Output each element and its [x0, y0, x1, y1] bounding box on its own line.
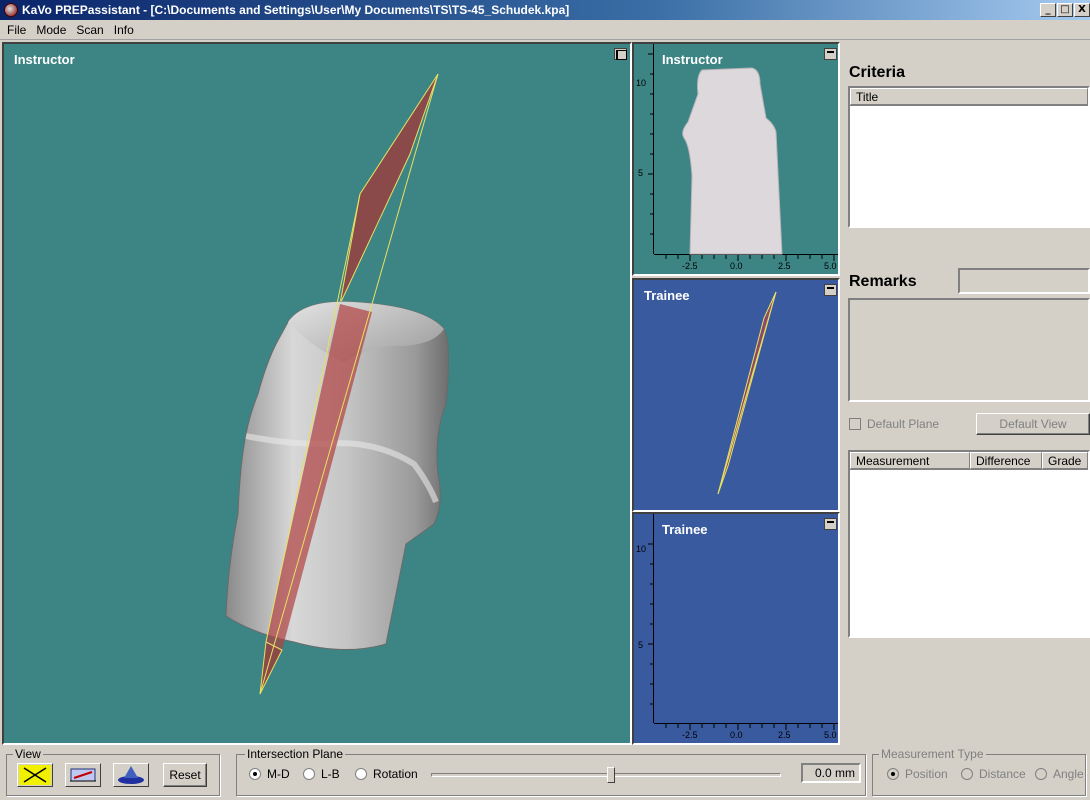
radio-button[interactable] — [355, 768, 367, 780]
criteria-list[interactable]: Title — [848, 86, 1090, 228]
plane-position-slider[interactable] — [431, 773, 781, 777]
tooth-model-scene — [225, 73, 450, 695]
plane-offset-value[interactable]: 0.0 mm — [801, 763, 861, 783]
y-tick-label: 10 — [636, 544, 647, 554]
view-group: View Reset — [6, 747, 220, 796]
menu-scan[interactable]: Scan — [71, 23, 108, 37]
trainee-3d-view[interactable]: Trainee — [632, 278, 840, 512]
horizontal-ruler: -2.5 0.0 2.5 5.0 — [654, 254, 838, 274]
title-bar: KaVo PREPassistant - [C:\Documents and S… — [0, 0, 1090, 20]
column-title[interactable]: Title — [850, 88, 1088, 105]
radio-l-b-label: L-B — [321, 767, 340, 781]
criteria-list-header: Title — [850, 88, 1088, 106]
measurement-list[interactable]: Measurement Difference Grade — [848, 450, 1090, 638]
trainee-plane-preview — [717, 291, 777, 495]
radio-l-b[interactable]: L-B — [303, 767, 340, 781]
radio-rotation-label: Rotation — [373, 767, 418, 781]
measurement-type-group: Measurement Type Position Distance Angle — [872, 747, 1086, 796]
column-grade[interactable]: Grade — [1042, 452, 1088, 469]
instructor-cross-section — [682, 67, 783, 255]
measurement-list-header: Measurement Difference Grade — [850, 452, 1088, 470]
vertical-ruler: 10 5 — [634, 514, 654, 723]
radio-angle-label: Angle — [1053, 767, 1084, 781]
move-plane-icon[interactable] — [65, 763, 101, 787]
main-3d-view[interactable]: Instructor — [2, 42, 632, 745]
instructor-section-view[interactable]: 10 5 -2.5 0.0 2.5 5.0 Instructor — [632, 42, 840, 276]
radio-position[interactable]: Position — [887, 767, 948, 781]
radio-button[interactable] — [303, 768, 315, 780]
view-from-top-icon[interactable] — [113, 763, 149, 787]
intersection-plane-title: Intersection Plane — [245, 747, 346, 761]
intersection-plane-group: Intersection Plane M-D L-B Rotation 0.0 … — [236, 747, 866, 796]
criteria-title: Criteria — [849, 64, 906, 81]
slider-thumb[interactable] — [607, 767, 615, 783]
maximize-panel-icon[interactable] — [824, 48, 837, 60]
column-difference[interactable]: Difference — [970, 452, 1042, 469]
menu-mode[interactable]: Mode — [31, 23, 71, 37]
radio-rotation[interactable]: Rotation — [355, 767, 418, 781]
x-tick-label: -2.5 — [682, 261, 698, 271]
y-tick-label: 10 — [636, 78, 647, 88]
minimize-button[interactable]: _ — [1040, 3, 1056, 17]
checkbox-box[interactable] — [849, 418, 861, 430]
remarks-title: Remarks — [849, 273, 917, 290]
reset-button[interactable]: Reset — [163, 763, 207, 787]
x-tick-label: 0.0 — [730, 261, 743, 271]
intersection-plane-upper — [339, 73, 439, 305]
x-tick-label: -2.5 — [682, 730, 698, 740]
radio-distance[interactable]: Distance — [961, 767, 1026, 781]
right-panel: Criteria Title Remarks Default Plane Def… — [842, 42, 1090, 745]
remarks-text-area[interactable] — [848, 298, 1090, 402]
vertical-ruler: 10 5 — [634, 44, 654, 254]
column-measurement[interactable]: Measurement — [850, 452, 970, 469]
y-tick-label: 5 — [638, 640, 644, 650]
radio-button[interactable] — [961, 768, 973, 780]
trainee-section-view[interactable]: 10 5 -2.5 0.0 2.5 5.0 Trainee — [632, 512, 840, 745]
x-tick-label: 2.5 — [778, 261, 791, 271]
view-group-title: View — [13, 747, 43, 761]
radio-button[interactable] — [1035, 768, 1047, 780]
menu-bar: File Mode Scan Info — [0, 20, 1090, 40]
x-tick-label: 5.0 — [824, 261, 837, 271]
menu-file[interactable]: File — [2, 23, 31, 37]
close-button[interactable]: X — [1074, 3, 1090, 17]
measurement-type-title: Measurement Type — [879, 747, 986, 761]
trainee-section-label: Trainee — [662, 522, 708, 537]
radio-m-d-label: M-D — [267, 767, 290, 781]
maximize-button[interactable]: □ — [1057, 3, 1073, 17]
remarks-field[interactable] — [958, 268, 1090, 294]
radio-distance-label: Distance — [979, 767, 1026, 781]
y-tick-label: 5 — [638, 168, 644, 178]
instructor-panel-label: Instructor — [662, 52, 723, 67]
maximize-panel-icon[interactable] — [824, 518, 837, 530]
default-view-button[interactable]: Default View — [976, 413, 1090, 435]
radio-angle[interactable]: Angle — [1035, 767, 1084, 781]
default-plane-label: Default Plane — [867, 417, 940, 431]
radio-button[interactable] — [887, 768, 899, 780]
x-tick-label: 0.0 — [730, 730, 743, 740]
x-tick-label: 2.5 — [778, 730, 791, 740]
horizontal-ruler: -2.5 0.0 2.5 5.0 — [654, 723, 838, 743]
menu-info[interactable]: Info — [109, 23, 139, 37]
app-icon — [4, 3, 18, 17]
default-plane-checkbox[interactable]: Default Plane — [849, 417, 939, 431]
rotate-arrows-icon[interactable] — [17, 763, 53, 787]
window-controls: _ □ X — [1040, 3, 1090, 17]
bottom-toolbar: View Reset Intersection Plane M-D L-B Ro… — [0, 746, 1090, 800]
radio-button[interactable] — [249, 768, 261, 780]
intersection-plane-lower — [259, 641, 283, 695]
radio-position-label: Position — [905, 767, 948, 781]
window-title: KaVo PREPassistant - [C:\Documents and S… — [22, 3, 570, 17]
radio-m-d[interactable]: M-D — [249, 767, 290, 781]
x-tick-label: 5.0 — [824, 730, 837, 740]
